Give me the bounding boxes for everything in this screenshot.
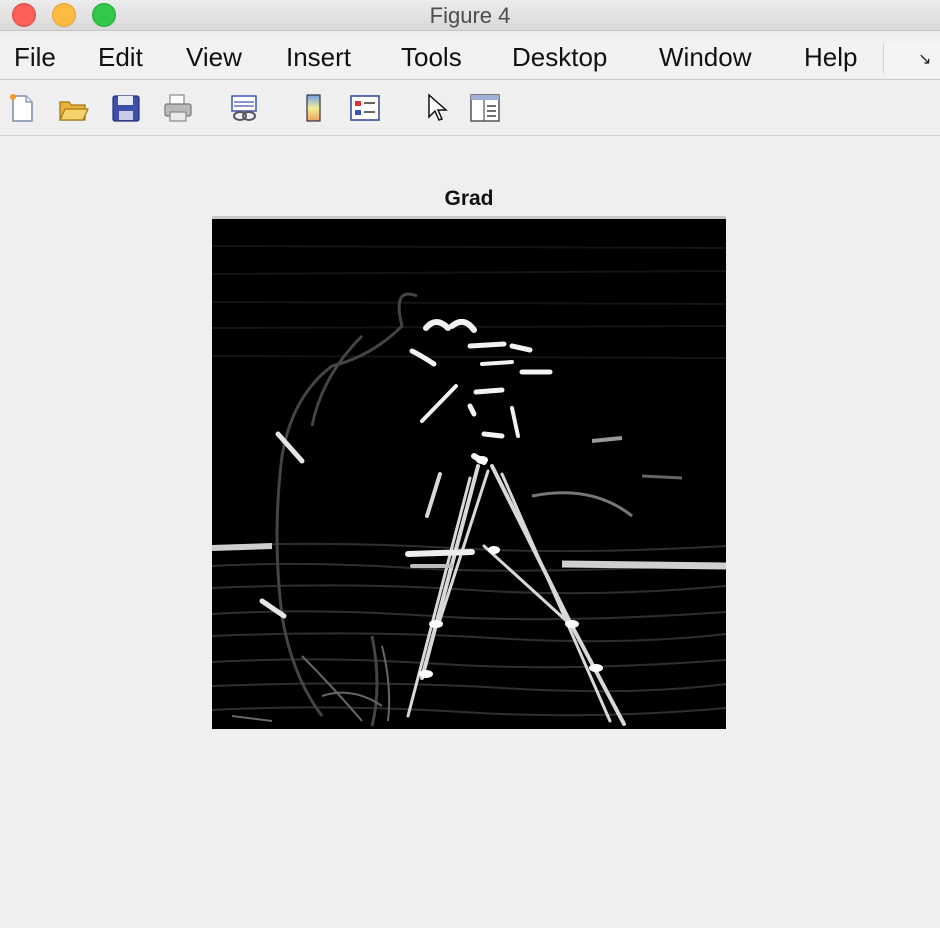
- new-figure-icon: [10, 94, 33, 122]
- colorbar-icon: [306, 94, 321, 122]
- window-title: Figure 4: [429, 3, 511, 28]
- open-file-button[interactable]: [57, 92, 89, 124]
- menu-insert[interactable]: Insert: [286, 42, 351, 73]
- menu-help[interactable]: Help: [804, 42, 857, 73]
- legend-icon: [350, 95, 380, 121]
- gradient-image[interactable]: [212, 216, 726, 729]
- insert-legend-button[interactable]: [349, 92, 381, 124]
- dock-figure-button[interactable]: ↘: [883, 43, 940, 73]
- axes-top-border: [212, 216, 726, 219]
- dock-arrow-icon: ↘: [918, 51, 932, 68]
- menu-window[interactable]: Window: [659, 42, 751, 73]
- insert-colorbar-button[interactable]: [298, 92, 330, 124]
- print-icon: [164, 94, 192, 122]
- edit-plot-button[interactable]: [421, 92, 453, 124]
- print-button[interactable]: [162, 92, 194, 124]
- menu-bar: File Edit View Insert Tools Desktop Wind…: [0, 37, 940, 80]
- property-editor-icon: [470, 94, 500, 122]
- property-editor-button[interactable]: [469, 92, 501, 124]
- axes-title: Grad: [444, 187, 494, 210]
- pointer-icon: [428, 93, 448, 121]
- menu-desktop[interactable]: Desktop: [512, 42, 607, 73]
- menu-file[interactable]: File: [14, 42, 56, 73]
- link-plot-icon: [231, 95, 257, 121]
- figure-toolbar: [0, 80, 940, 136]
- new-figure-button[interactable]: [6, 92, 38, 124]
- save-icon: [112, 95, 140, 122]
- link-plot-button[interactable]: [228, 92, 260, 124]
- gradient-image-canvas: [212, 216, 726, 729]
- menu-view[interactable]: View: [186, 42, 242, 73]
- menu-edit[interactable]: Edit: [98, 42, 143, 73]
- menu-tools[interactable]: Tools: [401, 42, 462, 73]
- save-button[interactable]: [110, 92, 142, 124]
- open-file-icon: [58, 101, 89, 121]
- window-title-bar: Figure 4: [0, 0, 940, 31]
